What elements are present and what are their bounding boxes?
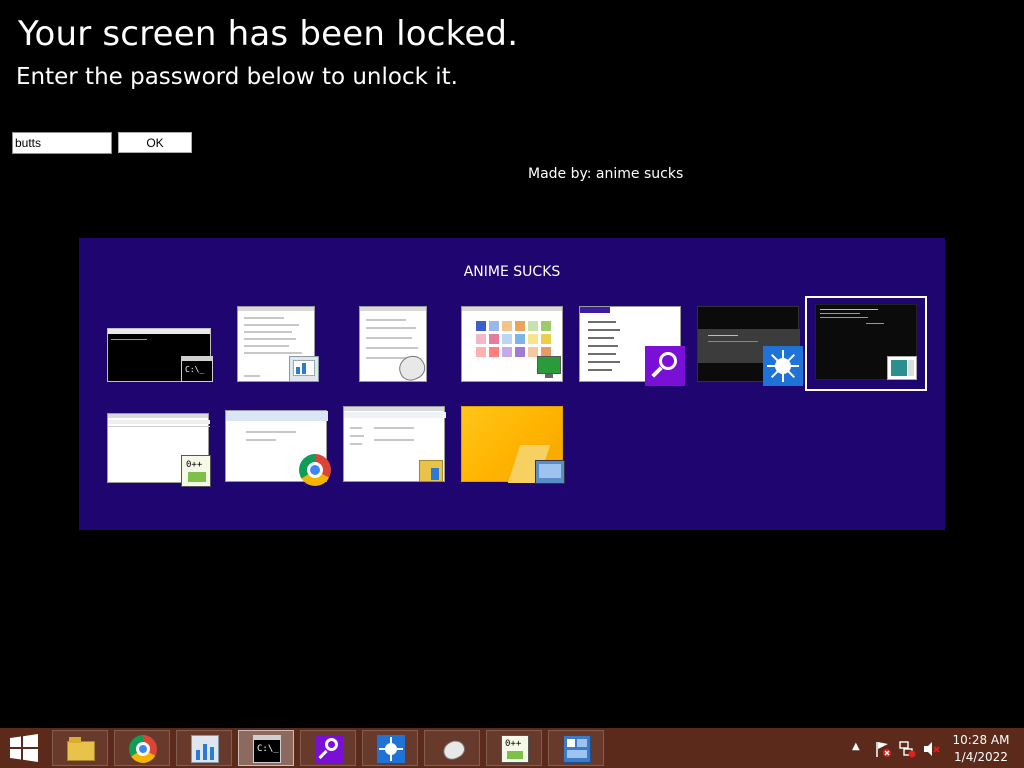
mouse-icon [395,351,429,385]
color-swatch [489,321,499,331]
color-swatch [502,321,512,331]
clock-date[interactable]: 1/4/2022 [946,750,1016,764]
switcher-item-mouse-properties[interactable] [359,306,431,385]
lock-title: Your screen has been locked. [18,14,519,54]
color-swatch [541,321,551,331]
taskbar-item-control-panel[interactable] [548,730,604,766]
switcher-item-command-prompt[interactable]: C:\_ [107,328,213,384]
color-swatch [541,334,551,344]
taskbar-item-search[interactable] [300,730,356,766]
cmd-icon: C:\_ [253,735,281,763]
control-panel-icon [563,735,591,763]
switcher-item-notepad-plus-plus[interactable]: 0++ [107,413,211,487]
window-switcher: ANIME SUCKS C:\_ 0++ [79,238,945,530]
taskbar: C:\_ 0++ ▲ 10:28 AM 1/4/2022 [0,728,1024,768]
taskbar-item-chrome[interactable] [114,730,170,766]
credit-text: Made by: anime sucks [528,166,684,182]
display-icon [537,354,565,380]
taskbar-item-notepad-plus-plus[interactable]: 0++ [486,730,542,766]
desktop-icon [535,460,565,484]
ok-button[interactable]: OK [118,132,192,153]
mouse-icon [439,735,468,763]
lock-subtitle: Enter the password below to unlock it. [16,64,458,90]
task-manager-icon [289,356,319,382]
volume-muted-icon[interactable] [922,740,940,758]
search-icon [315,735,343,763]
switcher-item-file-explorer[interactable] [343,406,447,486]
switcher-item-brightness[interactable] [697,306,803,386]
taskbar-item-mouse-properties[interactable] [424,730,480,766]
taskbar-item-task-manager[interactable] [176,730,232,766]
window-icon [887,356,917,380]
taskbar-item-command-prompt[interactable]: C:\_ [238,730,294,766]
color-swatch [528,321,538,331]
color-swatch [515,347,525,357]
color-swatch [502,334,512,344]
start-button[interactable] [8,734,40,762]
action-center-flag-icon[interactable] [874,740,892,758]
chrome-icon [129,735,157,763]
color-swatch [476,347,486,357]
taskbar-item-brightness[interactable] [362,730,418,766]
switcher-item-desktop[interactable] [461,406,567,486]
folder-icon [67,735,95,763]
password-input[interactable] [12,132,112,154]
taskbar-item-file-explorer[interactable] [52,730,108,766]
cmd-icon: C:\_ [181,356,213,382]
brightness-icon [377,735,405,763]
color-swatch [489,334,499,344]
network-icon[interactable] [898,740,916,758]
switcher-item-color-picker[interactable] [461,306,565,382]
task-manager-icon [191,735,219,763]
search-icon [645,346,685,386]
color-swatch [489,347,499,357]
tray-overflow-chevron-icon[interactable]: ▲ [852,741,860,752]
color-swatch [502,347,512,357]
color-swatch [528,334,538,344]
switcher-item-search[interactable] [579,306,685,386]
clock-time[interactable]: 10:28 AM [946,733,1016,747]
folder-icon [417,456,447,484]
color-swatch [476,334,486,344]
switcher-item-task-manager[interactable] [237,306,319,382]
switcher-title: ANIME SUCKS [463,264,561,280]
color-swatch [515,321,525,331]
chrome-icon [299,454,331,486]
notepad-icon: 0++ [181,455,211,487]
brightness-icon [763,346,803,386]
notepad-icon: 0++ [501,735,529,763]
switcher-item-chrome[interactable] [225,410,333,486]
switcher-item-console-app[interactable] [805,296,927,391]
color-swatch [515,334,525,344]
windows-logo-icon [10,734,38,762]
color-swatch [476,321,486,331]
